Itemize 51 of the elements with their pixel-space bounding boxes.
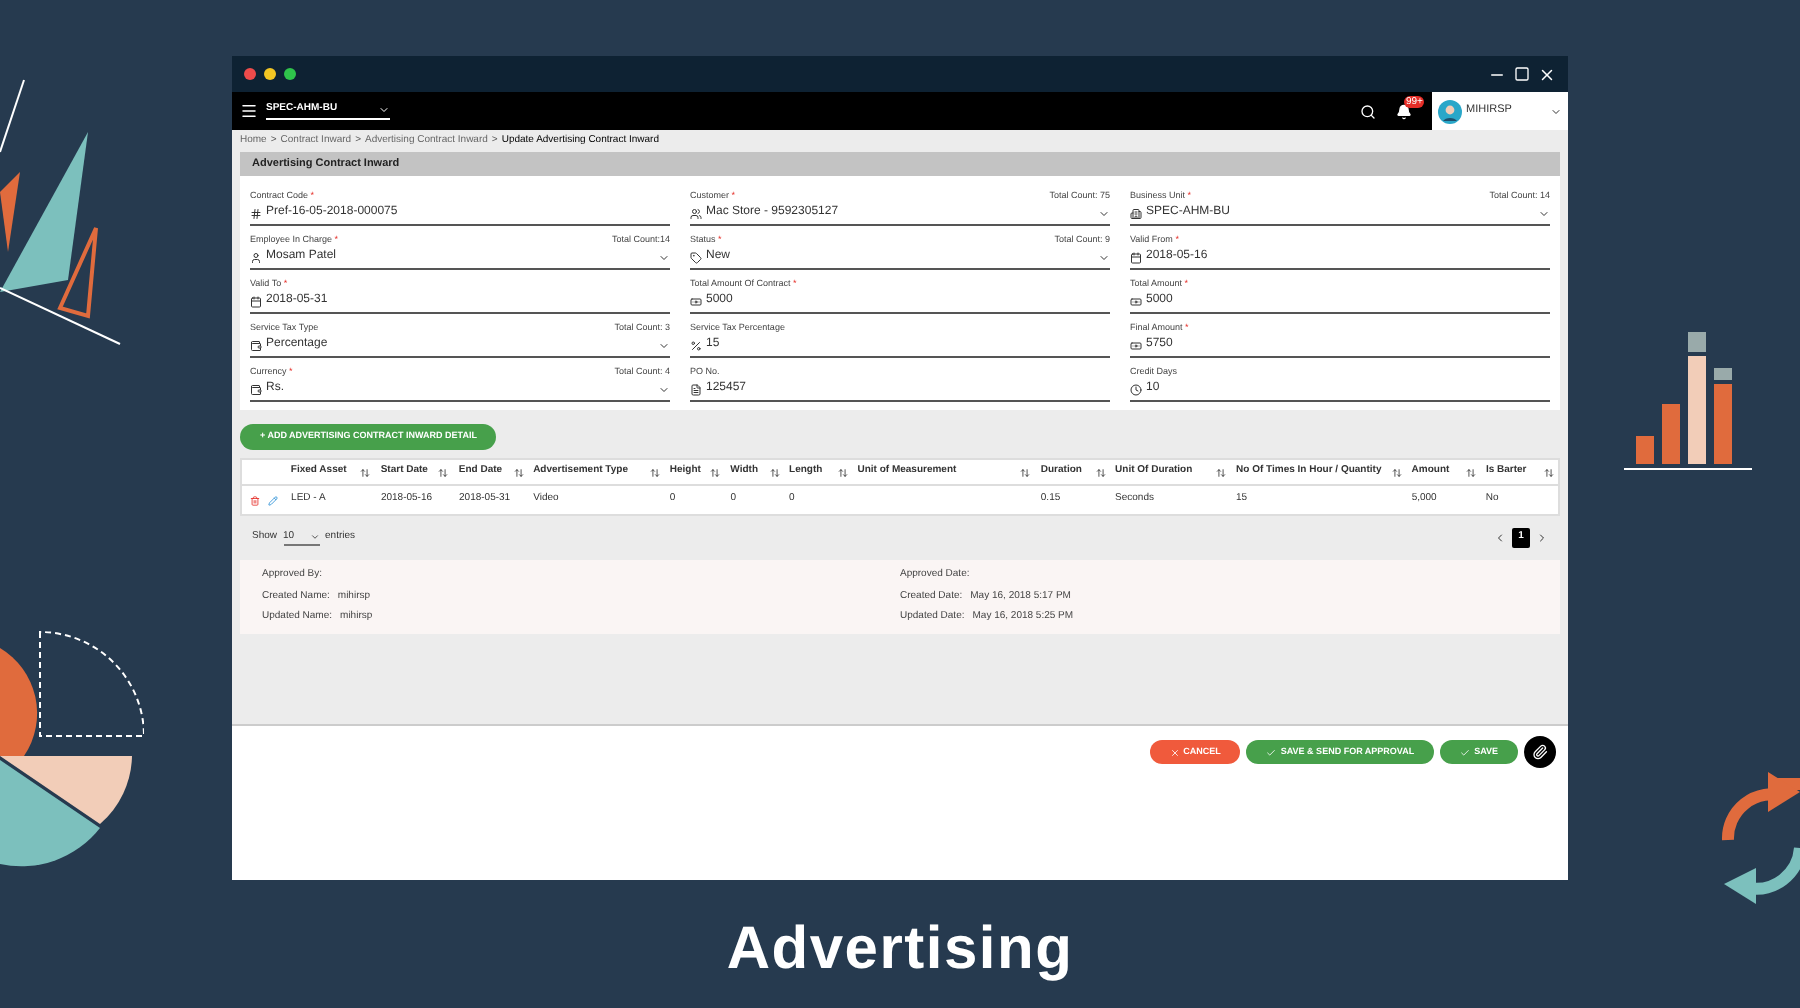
sort-icon (1216, 467, 1227, 477)
field-icon (250, 295, 262, 307)
close-icon[interactable] (1538, 65, 1556, 83)
field-icon (250, 383, 262, 395)
caret-icon (309, 532, 320, 542)
sort-icon (360, 467, 371, 477)
caret-icon (1550, 105, 1562, 117)
caret-icon (658, 383, 670, 395)
maximize-icon[interactable] (1514, 66, 1530, 82)
check-icon (1460, 747, 1471, 757)
check-icon (1266, 747, 1277, 757)
sort-icon (513, 467, 524, 477)
delete-icon[interactable] (250, 495, 260, 505)
field-icon (690, 251, 702, 263)
sort-icon (837, 467, 848, 477)
field-icon (1130, 383, 1142, 395)
caption: Advertising (724, 914, 1076, 986)
menu-icon[interactable] (240, 102, 258, 120)
caret-icon (1538, 207, 1550, 219)
field-icon (250, 339, 262, 351)
caret-icon (1098, 207, 1110, 219)
sort-icon (710, 467, 721, 477)
previous-page-icon[interactable] (1494, 532, 1506, 544)
field-icon (690, 207, 702, 219)
field-icon (690, 383, 702, 395)
field-icon (690, 339, 702, 351)
field-icon (1130, 295, 1142, 307)
paperclip-icon (1532, 744, 1548, 760)
caret-icon (1098, 251, 1110, 263)
field-icon (250, 251, 262, 263)
bell-icon[interactable] (1396, 103, 1412, 119)
avatar-icon (1438, 99, 1462, 123)
caret-icon (658, 339, 670, 351)
sort-icon (1465, 467, 1476, 477)
attach-button[interactable] (1524, 736, 1556, 768)
sort-icon (438, 467, 449, 477)
sort-icon (649, 467, 660, 477)
sort-icon (1544, 467, 1555, 477)
field-icon (690, 295, 702, 307)
field-icon (1130, 251, 1142, 263)
sort-icon (769, 467, 780, 477)
sort-icon (1391, 467, 1402, 477)
field-icon (1130, 207, 1142, 219)
sort-icon (1095, 467, 1106, 477)
caret-icon (378, 104, 390, 116)
field-icon (250, 207, 262, 219)
caret-icon (658, 251, 670, 263)
next-page-icon[interactable] (1536, 532, 1548, 544)
search-icon[interactable] (1360, 103, 1376, 119)
sort-icon (1020, 467, 1031, 477)
field-icon (1130, 339, 1142, 351)
